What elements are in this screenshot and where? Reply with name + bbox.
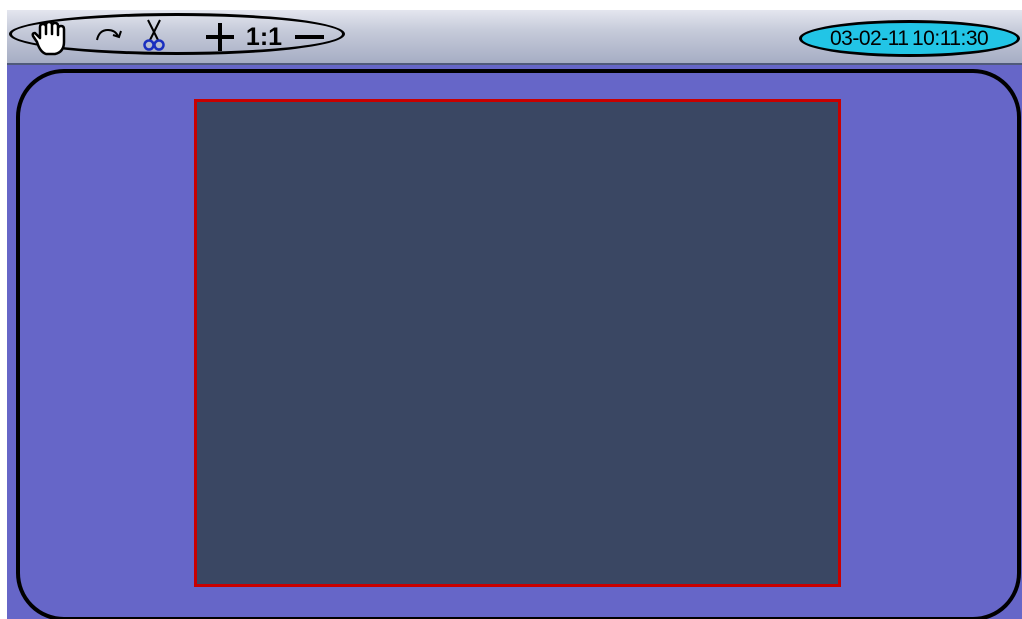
zoom-out-icon[interactable] — [292, 20, 326, 54]
zoom-in-icon[interactable] — [204, 20, 236, 54]
toolbar: 1:1 03-02-11 10:11:30 — [7, 10, 1022, 63]
hand-icon[interactable] — [29, 22, 69, 56]
date-label: 03-02-11 — [830, 27, 909, 50]
video-window: 1:1 03-02-11 10:11:30 — [7, 10, 1022, 619]
scissors-icon[interactable] — [143, 18, 165, 54]
time-label: 10:11:30 — [912, 27, 989, 50]
date-time-display: 03-02-11 10:11:30 — [799, 20, 1020, 57]
toolbar-divider — [7, 63, 1022, 65]
video-image-area[interactable] — [194, 99, 841, 587]
rotate-icon[interactable] — [93, 24, 127, 48]
zoom-reset-label: 1:1 — [245, 22, 283, 51]
zoom-reset-button[interactable]: 1:1 — [241, 21, 287, 53]
